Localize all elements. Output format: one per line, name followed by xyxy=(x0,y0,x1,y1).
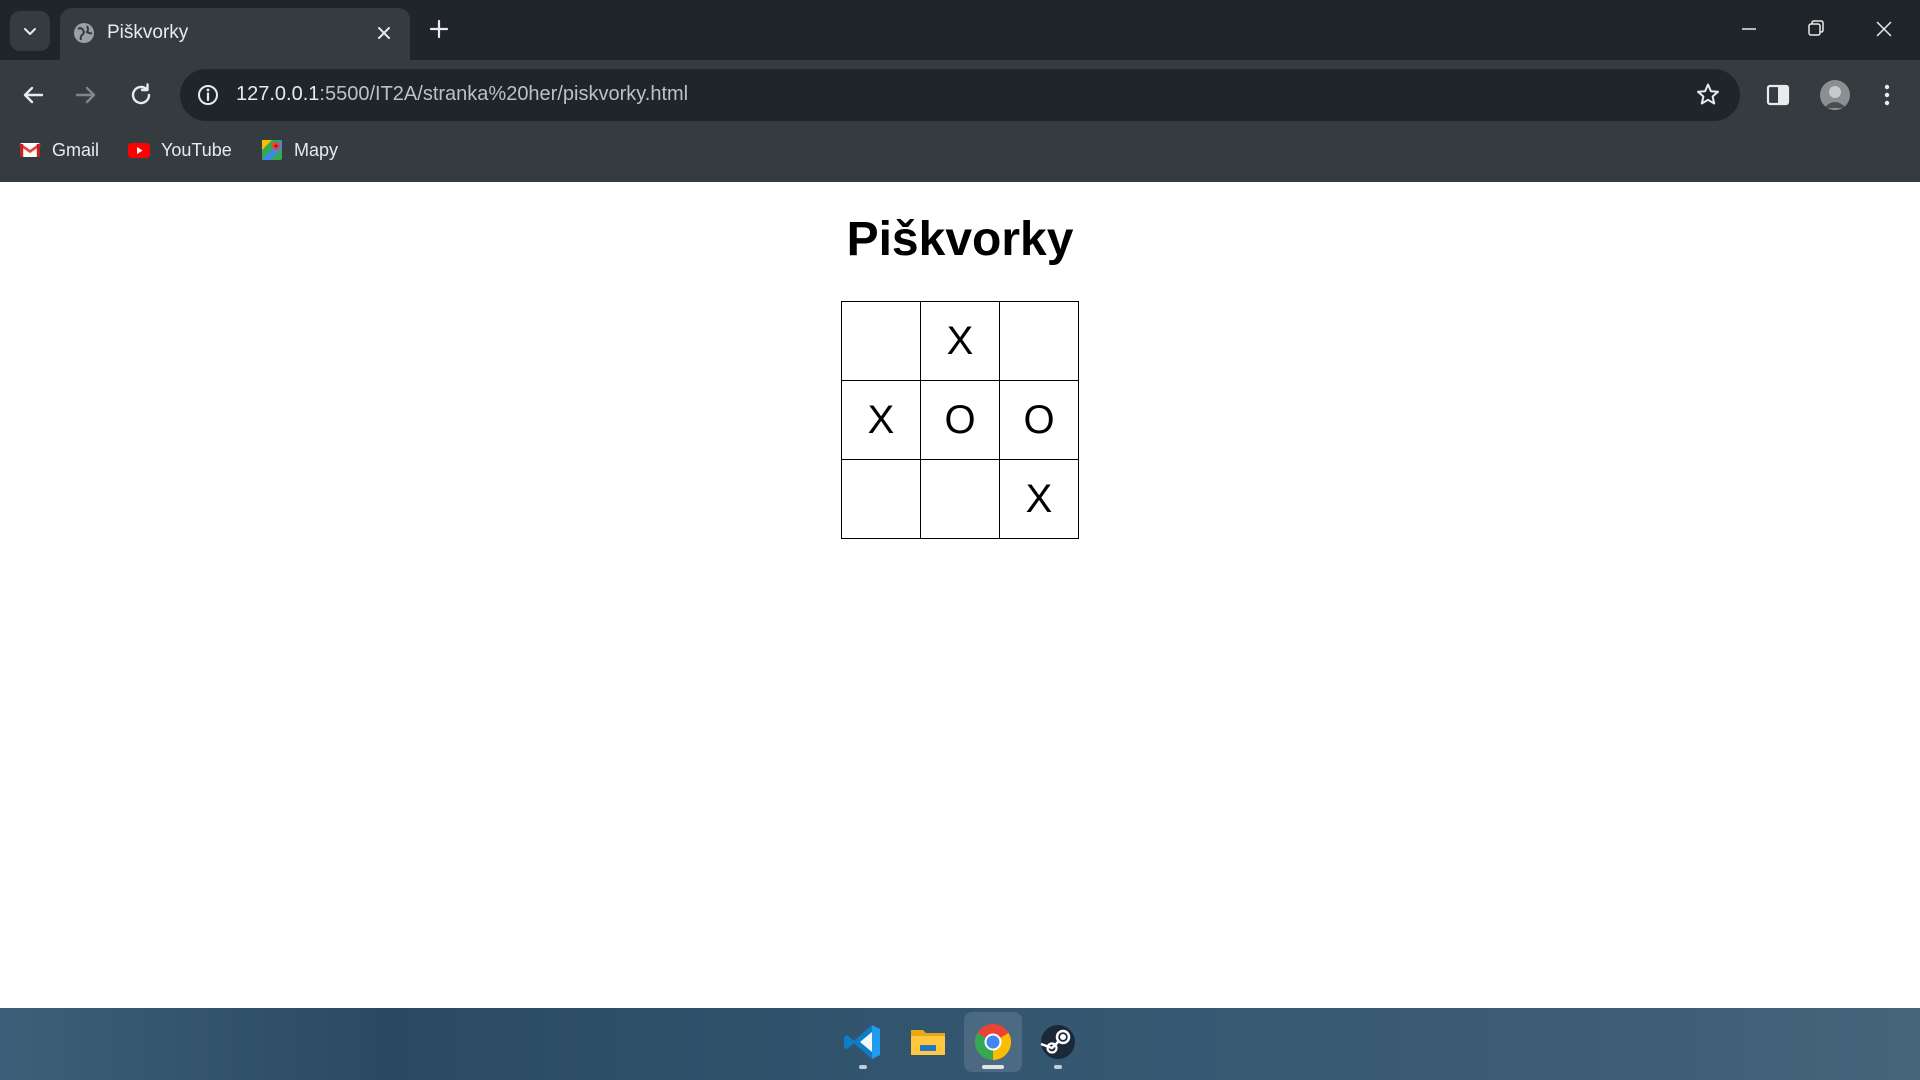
tab-piskvorky[interactable]: Piškvorky xyxy=(60,8,410,60)
active-indicator xyxy=(982,1065,1004,1069)
browser-titlebar: Piškvorky xyxy=(0,0,1920,60)
taskbar-chrome[interactable] xyxy=(964,1012,1022,1072)
bookmark-youtube[interactable]: YouTube xyxy=(127,136,232,164)
close-window-icon[interactable] xyxy=(1869,14,1899,44)
side-panel-icon[interactable] xyxy=(1763,80,1793,110)
bookmark-mapy[interactable]: Mapy xyxy=(260,136,338,164)
new-tab-icon[interactable] xyxy=(424,14,454,44)
board-cell[interactable]: X xyxy=(999,459,1079,539)
board-cell[interactable]: O xyxy=(999,380,1079,460)
board-cell[interactable]: X xyxy=(920,301,1000,381)
url-text[interactable]: 127.0.0.1:5500/IT2A/stranka%20her/piskvo… xyxy=(236,83,688,106)
url-path: :5500/IT2A/stranka%20her/piskvorky.html xyxy=(319,83,689,105)
bookmark-label: YouTube xyxy=(161,139,232,160)
bookmark-gmail[interactable]: Gmail xyxy=(18,136,99,164)
board-row: X xyxy=(841,459,1079,539)
profile-avatar[interactable] xyxy=(1820,80,1850,110)
profile-icon xyxy=(1820,80,1850,110)
restore-icon[interactable] xyxy=(1801,14,1831,44)
taskbar-vscode[interactable] xyxy=(834,1012,892,1072)
chevron-down-icon xyxy=(24,28,36,35)
running-indicator xyxy=(859,1065,867,1069)
more-options-icon[interactable] xyxy=(1872,80,1902,110)
board-cell[interactable] xyxy=(841,459,921,539)
taskbar-file-explorer[interactable] xyxy=(899,1012,957,1072)
tic-tac-toe-board: X X O O X xyxy=(841,301,1079,539)
board-row: X xyxy=(841,301,1079,381)
reload-icon[interactable] xyxy=(125,79,157,111)
youtube-icon xyxy=(128,143,150,158)
running-indicator xyxy=(1054,1065,1062,1069)
board-cell[interactable]: O xyxy=(920,380,1000,460)
bookmark-label: Mapy xyxy=(294,139,339,160)
board-cell[interactable]: X xyxy=(841,380,921,460)
board-row: X O O xyxy=(841,380,1079,460)
steam-icon xyxy=(1040,1025,1075,1059)
close-tab-icon[interactable] xyxy=(372,21,396,45)
folder-icon xyxy=(911,1030,945,1055)
board-cell[interactable] xyxy=(920,459,1000,539)
bookmark-star-icon[interactable] xyxy=(1694,81,1722,109)
tab-title: Piškvorky xyxy=(107,22,189,43)
board-cell[interactable] xyxy=(999,301,1079,381)
page-title: Piškvorky xyxy=(846,213,1074,266)
maps-icon xyxy=(262,140,282,160)
os-taskbar xyxy=(0,1008,1920,1080)
board-cell[interactable] xyxy=(841,301,921,381)
tab-search-button[interactable] xyxy=(10,11,50,51)
back-arrow-icon[interactable] xyxy=(17,79,49,111)
globe-icon xyxy=(74,23,94,43)
minimize-icon[interactable] xyxy=(1734,14,1764,44)
taskbar-steam[interactable] xyxy=(1029,1012,1087,1072)
chrome-icon xyxy=(975,1024,1012,1060)
forward-arrow-icon[interactable] xyxy=(70,79,102,111)
site-info-icon[interactable] xyxy=(194,81,222,109)
url-host: 127.0.0.1 xyxy=(236,83,320,105)
bookmark-label: Gmail xyxy=(52,139,100,160)
vscode-icon xyxy=(844,1025,880,1059)
address-bar[interactable]: 127.0.0.1:5500/IT2A/stranka%20her/piskvo… xyxy=(180,69,1740,121)
page-viewport: Piškvorky X X O O X xyxy=(0,182,1920,1008)
gmail-icon xyxy=(19,143,41,157)
